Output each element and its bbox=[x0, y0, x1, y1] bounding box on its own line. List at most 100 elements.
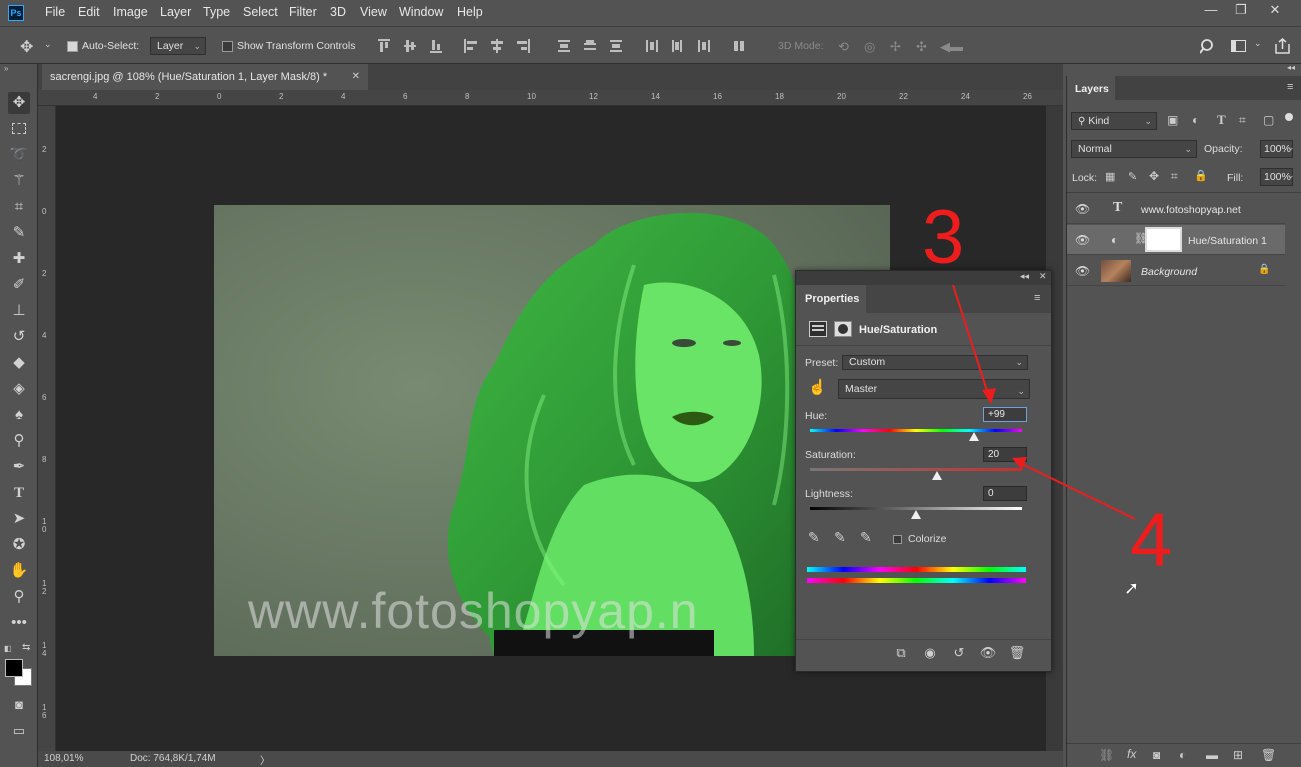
hue-input[interactable]: +99 bbox=[983, 407, 1027, 422]
chevron-down-icon[interactable]: ⌄ bbox=[1287, 170, 1295, 181]
filter-toggle-icon[interactable] bbox=[1285, 113, 1293, 121]
stamp-tool-icon[interactable]: ⊥ bbox=[8, 300, 30, 322]
visibility-eye-icon[interactable]: 👁 bbox=[977, 645, 999, 661]
workspace-icon[interactable] bbox=[1231, 40, 1247, 53]
channel-dropdown[interactable]: Master ⌄ bbox=[838, 379, 1030, 399]
search-icon[interactable] bbox=[1200, 39, 1216, 55]
new-layer-icon[interactable]: ⊞ bbox=[1233, 748, 1243, 762]
move-tool-icon[interactable]: ✥ bbox=[20, 37, 33, 57]
layer-mask-thumbnail[interactable] bbox=[1145, 227, 1182, 252]
clip-to-layer-icon[interactable]: ⧉ bbox=[890, 645, 912, 661]
menu-select[interactable]: Select bbox=[243, 5, 278, 19]
view-previous-state-icon[interactable]: ◉ bbox=[919, 645, 941, 661]
zoom-level[interactable]: 108,01% bbox=[44, 753, 83, 764]
lightness-slider-thumb[interactable] bbox=[911, 510, 921, 519]
new-adjustment-icon[interactable]: ◐ bbox=[1179, 748, 1186, 762]
delete-layer-icon[interactable]: 🗑 bbox=[1261, 748, 1276, 762]
default-colors-icon[interactable]: ◧ bbox=[4, 644, 12, 653]
3d-roll-icon[interactable]: ◎ bbox=[864, 39, 875, 55]
panel-menu-icon[interactable]: ≡ bbox=[1287, 81, 1293, 93]
reset-icon[interactable]: ↺ bbox=[948, 645, 970, 661]
paint-bucket-tool-icon[interactable]: ◈ bbox=[8, 378, 30, 400]
layer-filter-dropdown[interactable]: ⚲ Kind ⌄ bbox=[1071, 112, 1157, 130]
saturation-input[interactable]: 20 bbox=[983, 447, 1027, 462]
chevron-down-icon[interactable]: ⌄ bbox=[44, 39, 52, 50]
saturation-slider-thumb[interactable] bbox=[932, 471, 943, 480]
menu-image[interactable]: Image bbox=[113, 5, 148, 19]
eyedropper-tool-icon[interactable]: ✎ bbox=[8, 222, 30, 244]
auto-select-checkbox[interactable] bbox=[67, 40, 78, 52]
history-brush-tool-icon[interactable]: ↺ bbox=[8, 326, 30, 348]
new-group-icon[interactable]: ▬ bbox=[1206, 748, 1218, 762]
filter-pixel-icon[interactable]: ▣ bbox=[1167, 113, 1178, 127]
visibility-eye-icon[interactable]: 👁 bbox=[1075, 264, 1090, 278]
auto-select-dropdown[interactable]: Layer ⌄ bbox=[150, 37, 206, 55]
menu-edit[interactable]: Edit bbox=[78, 5, 100, 19]
blend-mode-dropdown[interactable]: Normal ⌄ bbox=[1071, 140, 1197, 158]
lock-pixels-icon[interactable]: ✎ bbox=[1128, 170, 1137, 183]
restore-button[interactable]: ❐ bbox=[1226, 2, 1256, 20]
lock-artboard-icon[interactable]: ⌗ bbox=[1171, 169, 1178, 184]
close-tab-icon[interactable]: ✕ bbox=[352, 64, 360, 90]
properties-tab[interactable]: Properties bbox=[796, 285, 866, 313]
zoom-tool-icon[interactable]: ⚲ bbox=[8, 586, 30, 608]
layer-row-text[interactable]: 👁 T www.fotoshopyap.net bbox=[1067, 194, 1285, 224]
menu-filter[interactable]: Filter bbox=[289, 5, 317, 19]
layers-tab[interactable]: Layers bbox=[1067, 76, 1115, 100]
3d-slide-icon[interactable]: ✣ bbox=[916, 39, 927, 55]
swap-colors-icon[interactable]: ⇆ bbox=[22, 642, 30, 653]
move-tool-icon[interactable]: ✥ bbox=[8, 92, 30, 114]
preset-dropdown[interactable]: Custom ⌄ bbox=[842, 355, 1028, 370]
lock-transparent-icon[interactable]: ▦ bbox=[1105, 170, 1115, 183]
lock-position-icon[interactable]: ✥ bbox=[1149, 169, 1159, 183]
filter-type-icon[interactable]: T bbox=[1217, 112, 1226, 128]
add-mask-icon[interactable]: ◙ bbox=[1153, 748, 1160, 762]
dodge-tool-icon[interactable]: ⚲ bbox=[8, 430, 30, 452]
filter-shape-icon[interactable]: ⌗ bbox=[1239, 113, 1246, 128]
collapse-icon[interactable]: » bbox=[4, 64, 8, 73]
align-distribute-icons[interactable] bbox=[376, 38, 746, 54]
healing-brush-tool-icon[interactable]: ✚ bbox=[8, 248, 30, 270]
lock-all-icon[interactable]: 🔒 bbox=[1194, 169, 1208, 182]
layer-row-background[interactable]: 👁 Background 🔒 bbox=[1067, 256, 1285, 286]
hand-tool-icon[interactable]: ✋ bbox=[8, 560, 30, 582]
blur-tool-icon[interactable]: ♠ bbox=[8, 404, 30, 426]
layer-row-hue-saturation[interactable]: 👁 ◐ ⛓ Hue/Saturation 1 bbox=[1067, 225, 1285, 255]
targeted-adjustment-hand-icon[interactable]: ☝ bbox=[808, 378, 827, 396]
eyedropper-minus-icon[interactable]: ✎ bbox=[860, 529, 872, 546]
3d-rotate-icon[interactable]: ⟲ bbox=[838, 39, 849, 55]
eyedropper-icon[interactable]: ✎ bbox=[808, 529, 820, 546]
quick-mask-icon[interactable]: ◙ bbox=[8, 694, 30, 716]
brush-tool-icon[interactable]: ✐ bbox=[8, 274, 30, 296]
colorize-checkbox[interactable] bbox=[893, 533, 902, 545]
chevron-down-icon[interactable]: ⌄ bbox=[1254, 38, 1262, 49]
panel-menu-icon[interactable]: ≡ bbox=[1034, 292, 1040, 304]
pen-tool-icon[interactable]: ✒ bbox=[8, 456, 30, 478]
menu-file[interactable]: File bbox=[45, 5, 65, 19]
close-panel-icon[interactable]: ✕ bbox=[1039, 271, 1047, 282]
3d-drag-icon[interactable]: ✢ bbox=[890, 39, 901, 55]
hue-slider-track[interactable] bbox=[810, 429, 1022, 432]
filter-adjustment-icon[interactable]: ◐ bbox=[1192, 113, 1199, 127]
fx-icon[interactable]: fx bbox=[1127, 747, 1136, 761]
foreground-color-swatch[interactable] bbox=[5, 659, 23, 677]
eyedropper-plus-icon[interactable]: ✎ bbox=[834, 529, 846, 546]
crop-tool-icon[interactable]: ⌗ bbox=[8, 196, 30, 218]
layer-mask-icon[interactable] bbox=[834, 321, 852, 337]
3d-scale-icon[interactable]: ◀▬ bbox=[940, 39, 963, 55]
link-layers-icon[interactable]: ⛓ bbox=[1099, 748, 1114, 762]
menu-view[interactable]: View bbox=[360, 5, 387, 19]
menu-window[interactable]: Window bbox=[399, 5, 443, 19]
menu-type[interactable]: Type bbox=[203, 5, 230, 19]
show-transform-checkbox[interactable] bbox=[222, 40, 233, 52]
menu-help[interactable]: Help bbox=[457, 5, 483, 19]
path-selection-tool-icon[interactable]: ➤ bbox=[8, 508, 30, 530]
visibility-eye-icon[interactable]: 👁 bbox=[1075, 202, 1090, 216]
filter-smart-object-icon[interactable]: ▢ bbox=[1263, 113, 1274, 127]
hue-slider-thumb[interactable] bbox=[969, 432, 980, 441]
chevron-down-icon[interactable]: ⌄ bbox=[1287, 142, 1295, 153]
marquee-tool-icon[interactable] bbox=[8, 118, 30, 140]
menu-layer[interactable]: Layer bbox=[160, 5, 191, 19]
minimize-button[interactable]: — bbox=[1196, 2, 1226, 20]
lightness-input[interactable]: 0 bbox=[983, 486, 1027, 501]
